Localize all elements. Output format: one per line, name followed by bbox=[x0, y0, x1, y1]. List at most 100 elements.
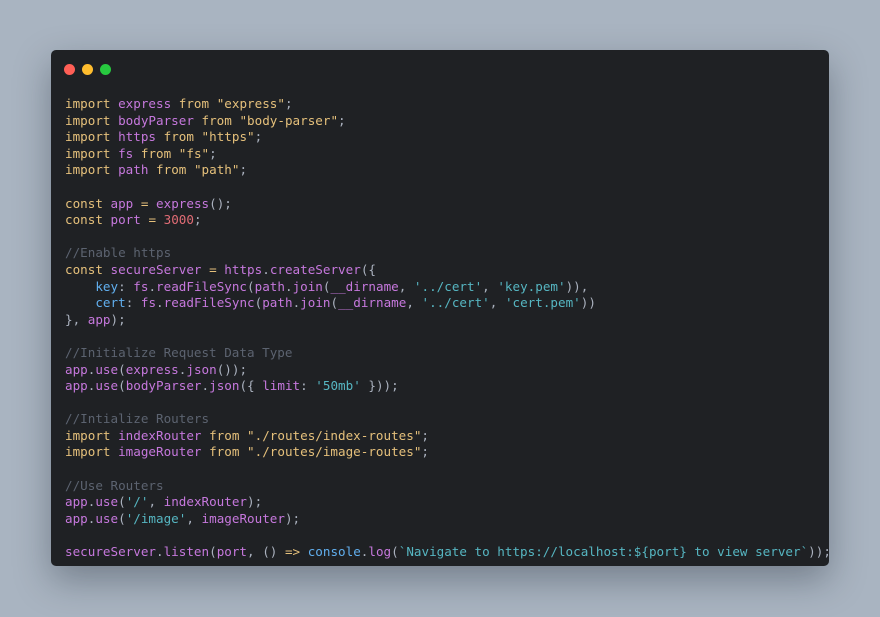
maximize-dot-icon[interactable] bbox=[100, 64, 111, 75]
code-token: . bbox=[148, 278, 157, 294]
code-token: : bbox=[118, 278, 134, 294]
code-token: https bbox=[118, 129, 157, 145]
code-line: app.use(bodyParser.json({ limit: '50mb' … bbox=[65, 378, 829, 395]
code-token: const bbox=[65, 195, 103, 211]
code-token: '../cert' bbox=[421, 295, 490, 311]
code-line: import indexRouter from "./routes/index-… bbox=[65, 428, 829, 445]
code-token: ; bbox=[421, 444, 430, 460]
code-token: ; bbox=[254, 129, 263, 145]
code-line: cert: fs.readFileSync(path.join(__dirnam… bbox=[65, 295, 829, 312]
code-token: import bbox=[65, 129, 111, 145]
code-token: ; bbox=[338, 112, 346, 128]
code-token: __dirname bbox=[330, 278, 399, 294]
code-token: ()); bbox=[216, 361, 248, 377]
code-token: (); bbox=[209, 195, 232, 211]
code-token: json bbox=[209, 378, 240, 394]
code-token: https bbox=[224, 261, 263, 277]
code-token: const bbox=[65, 212, 103, 228]
code-token: bodyParser bbox=[125, 378, 202, 394]
code-token: fs bbox=[133, 278, 149, 294]
code-token: from bbox=[163, 129, 194, 145]
code-token: from bbox=[140, 145, 172, 161]
code-line: secureServer.listen(port, () => console.… bbox=[65, 544, 829, 561]
code-token: bodyParser bbox=[118, 112, 194, 128]
code-line: import fs from "fs"; bbox=[65, 146, 829, 163]
code-token: "express" bbox=[216, 96, 285, 111]
code-window: import express from "express"; import bod… bbox=[51, 50, 829, 566]
code-token: use bbox=[95, 494, 119, 510]
code-token: //Enable https bbox=[65, 245, 172, 261]
code-token: readFileSync bbox=[156, 278, 248, 294]
code-token: join bbox=[292, 278, 323, 294]
code-token: "./routes/image-routes" bbox=[247, 444, 422, 460]
code-token: ( bbox=[118, 378, 126, 394]
code-token: ; bbox=[421, 427, 430, 443]
code-token: ); bbox=[110, 311, 126, 327]
code-line: app.use(express.json()); bbox=[65, 362, 829, 379]
code-token: ( bbox=[209, 544, 217, 560]
code-token: )); bbox=[808, 544, 829, 560]
code-token: from bbox=[209, 444, 240, 460]
code-token: ; bbox=[193, 212, 202, 228]
code-token: import bbox=[65, 162, 111, 178]
code-token: '/' bbox=[125, 494, 149, 510]
code-token: app bbox=[65, 510, 88, 526]
close-dot-icon[interactable] bbox=[64, 64, 75, 75]
code-token: express bbox=[118, 96, 172, 111]
code-token: ({ bbox=[239, 378, 263, 394]
code-token: secureServer bbox=[65, 544, 156, 560]
code-token: ; bbox=[284, 96, 293, 111]
code-token: use bbox=[95, 378, 119, 394]
code-token: ( bbox=[322, 278, 331, 294]
code-line: app.use('/', indexRouter); bbox=[65, 494, 829, 511]
code-token: secureServer bbox=[110, 261, 202, 277]
code-token: , bbox=[148, 494, 164, 510]
code-token: '../cert' bbox=[413, 278, 483, 294]
code-block: import express from "express"; import bod… bbox=[65, 96, 829, 561]
code-token: , bbox=[489, 295, 505, 311]
code-token: imageRouter bbox=[201, 510, 285, 526]
code-token: from bbox=[201, 112, 232, 128]
code-token: ; bbox=[239, 162, 248, 178]
code-token: port bbox=[216, 544, 248, 560]
code-token: createServer bbox=[269, 261, 361, 277]
code-token: "path" bbox=[193, 162, 240, 178]
minimize-dot-icon[interactable] bbox=[82, 64, 93, 75]
code-token: , bbox=[186, 510, 202, 526]
code-line: //Use Routers bbox=[65, 478, 829, 495]
code-line: import https from "https"; bbox=[65, 129, 829, 146]
code-token: from bbox=[178, 96, 210, 111]
code-line: import imageRouter from "./routes/image-… bbox=[65, 444, 829, 461]
code-token: //Initialize Request Data Type bbox=[65, 344, 293, 360]
code-token: , () bbox=[247, 544, 285, 560]
code-token: from bbox=[156, 162, 187, 178]
code-token: imageRouter bbox=[118, 444, 202, 460]
code-token: import bbox=[65, 145, 111, 161]
code-token: ; bbox=[209, 145, 217, 161]
code-token: = bbox=[148, 212, 157, 228]
code-token: 'key.pem' bbox=[497, 278, 566, 294]
window-titlebar bbox=[51, 50, 829, 88]
code-token: , bbox=[406, 295, 422, 311]
code-token: '/image' bbox=[125, 510, 187, 526]
code-token: `Navigate to https://localhost:${port} t… bbox=[398, 544, 809, 560]
code-token: json bbox=[186, 361, 217, 377]
